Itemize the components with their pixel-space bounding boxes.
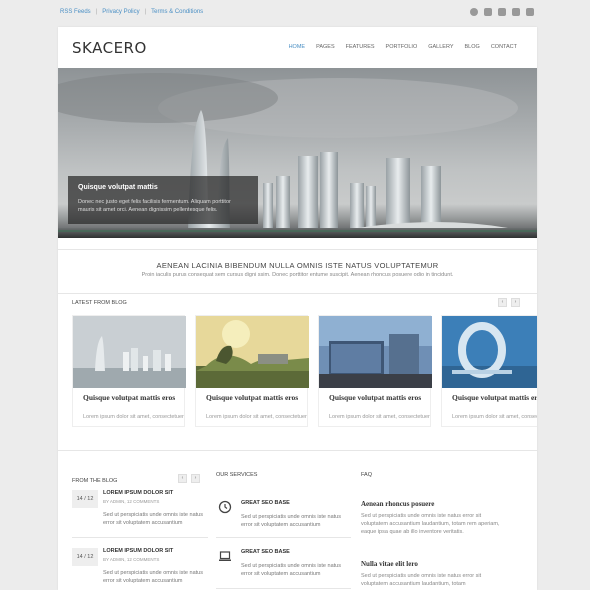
faq-answer: Sed ut perspiciatis unde omnis iste natu… [361, 513, 500, 535]
latest-blog-arrows: ‹ › [498, 298, 520, 307]
intro-text: Proin iaculis purus consequat sem cursus… [141, 272, 454, 278]
next-arrow-button[interactable]: › [191, 474, 200, 483]
logo[interactable]: SKACERO [72, 39, 147, 57]
nav-blog[interactable]: BLOG [465, 44, 480, 50]
top-links: RSS Feeds | Privacy Policy | Terms & Con… [60, 9, 203, 15]
intro-title: AENEAN LACINIA BIBENDUM NULLA OMNIS ISTE… [156, 261, 439, 270]
divider [216, 537, 351, 538]
divider [72, 537, 208, 538]
nav-contact[interactable]: CONTACT [491, 44, 517, 50]
hero-slider[interactable]: Quisque volutpat mattis Donec nec justo … [58, 68, 537, 238]
divider [58, 249, 537, 250]
separator: | [95, 9, 98, 15]
prev-arrow-button[interactable]: ‹ [178, 474, 187, 483]
service-text: Sed ut perspiciatis unde omnis iste natu… [241, 514, 341, 528]
blog-card-image [73, 316, 186, 388]
date-badge: 14 / 12 [72, 548, 98, 566]
blog-item-text: Sed ut perspiciatis unde omnis iste natu… [103, 570, 203, 584]
blog-card-text: Lorem ipsum dolor sit amet, consectetuer [206, 414, 307, 420]
blog-card[interactable]: Quisque volutpat mattis eros Lorem ipsum… [441, 315, 537, 427]
blog-item-meta: BY ADMIN, 12 COMMENTS [103, 499, 160, 504]
date-badge: 14 / 12 [72, 490, 98, 508]
blog-item-title[interactable]: LOREM IPSUM DOLOR SIT [103, 548, 173, 554]
faq-question[interactable]: Aenean rhoncus posuere [361, 500, 501, 508]
divider [58, 450, 537, 451]
service-text: Sed ut perspiciatis unde omnis iste natu… [241, 563, 341, 577]
separator: | [144, 9, 147, 15]
blog-card[interactable]: Quisque volutpat mattis eros Lorem ipsum… [195, 315, 309, 427]
service-title: GREAT SEO BASE [241, 549, 290, 555]
blog-card-text: Lorem ipsum dolor sit amet, consectetuer [83, 414, 184, 420]
from-blog-title: FROM THE BLOG [72, 478, 118, 484]
terms-link[interactable]: Terms & Conditions [151, 9, 203, 15]
blog-item-text: Sed ut perspiciatis unde omnis iste natu… [103, 512, 203, 526]
nav-features[interactable]: FEATURES [346, 44, 375, 50]
blog-card[interactable]: Quisque volutpat mattis eros Lorem ipsum… [72, 315, 186, 427]
blog-card-image [442, 316, 537, 388]
blog-card-text: Lorem ipsum dolor sit amet, consectetuer [452, 414, 537, 420]
services-title: OUR SERVICES [216, 472, 258, 478]
service-item: GREAT SEO BASE Sed ut perspiciatis unde … [216, 547, 351, 590]
blog-card-text: Lorem ipsum dolor sit amet, consectetuer [329, 414, 430, 420]
clock-icon [218, 500, 232, 514]
blog-card-title[interactable]: Quisque volutpat mattis eros [196, 388, 307, 402]
rss-feeds-link[interactable]: RSS Feeds [60, 9, 91, 15]
hero-caption-title: Quisque volutpat mattis [78, 184, 158, 191]
faq-item[interactable]: Aenean rhoncus posuere Sed ut perspiciat… [361, 500, 501, 537]
blog-card-title[interactable]: Quisque volutpat mattis eros [319, 388, 430, 402]
hero-caption-text: Donec nec justo eget felis facilisis fer… [78, 199, 231, 213]
blog-card-title[interactable]: Quisque volutpat mattis eros [442, 388, 537, 402]
latest-blog-title: LATEST FROM BLOG [72, 300, 127, 306]
nav-gallery[interactable]: GALLERY [428, 44, 453, 50]
faq-title: FAQ [361, 472, 373, 478]
facebook-icon[interactable] [498, 8, 506, 16]
faq-item[interactable]: Nulla vitae elit lero Sed ut perspiciati… [361, 560, 501, 589]
faq-answer: Sed ut perspiciatis unde omnis iste natu… [361, 573, 482, 587]
blog-item-meta: BY ADMIN, 12 COMMENTS [103, 557, 160, 562]
from-blog-arrows: ‹ › [178, 474, 200, 483]
youtube-icon[interactable] [526, 8, 534, 16]
faq-question[interactable]: Nulla vitae elit lero [361, 560, 501, 568]
divider [216, 588, 351, 589]
social-icons [470, 8, 534, 16]
dribbble-icon[interactable] [470, 8, 478, 16]
privacy-policy-link[interactable]: Privacy Policy [102, 9, 139, 15]
blog-card[interactable]: Quisque volutpat mattis eros Lorem ipsum… [318, 315, 432, 427]
blog-card-image [196, 316, 309, 388]
blog-list-item[interactable]: 14 / 12 LOREM IPSUM DOLOR SIT BY ADMIN, … [72, 548, 212, 590]
site-header: SKACERO HOME PAGES FEATURES PORTFOLIO GA… [58, 27, 537, 67]
latest-blog-carousel: Quisque volutpat mattis eros Lorem ipsum… [72, 315, 537, 430]
twitter-icon[interactable] [484, 8, 492, 16]
service-title: GREAT SEO BASE [241, 500, 290, 506]
page-container: SKACERO HOME PAGES FEATURES PORTFOLIO GA… [58, 27, 537, 590]
blog-card-image [319, 316, 432, 388]
nav-portfolio[interactable]: PORTFOLIO [386, 44, 418, 50]
prev-arrow-button[interactable]: ‹ [498, 298, 507, 307]
intro-block: AENEAN LACINIA BIBENDUM NULLA OMNIS ISTE… [58, 261, 537, 278]
laptop-icon [219, 551, 231, 561]
hero-caption: Quisque volutpat mattis Donec nec justo … [68, 176, 258, 224]
blog-item-title[interactable]: LOREM IPSUM DOLOR SIT [103, 490, 173, 496]
vimeo-icon[interactable] [512, 8, 520, 16]
next-arrow-button[interactable]: › [511, 298, 520, 307]
divider [58, 293, 537, 294]
main-nav: HOME PAGES FEATURES PORTFOLIO GALLERY BL… [289, 44, 517, 50]
blog-card-title[interactable]: Quisque volutpat mattis eros [73, 388, 184, 402]
nav-pages[interactable]: PAGES [316, 44, 335, 50]
nav-home[interactable]: HOME [289, 44, 306, 50]
blog-list-item[interactable]: 14 / 12 LOREM IPSUM DOLOR SIT BY ADMIN, … [72, 490, 212, 535]
top-bar: RSS Feeds | Privacy Policy | Terms & Con… [0, 0, 590, 27]
